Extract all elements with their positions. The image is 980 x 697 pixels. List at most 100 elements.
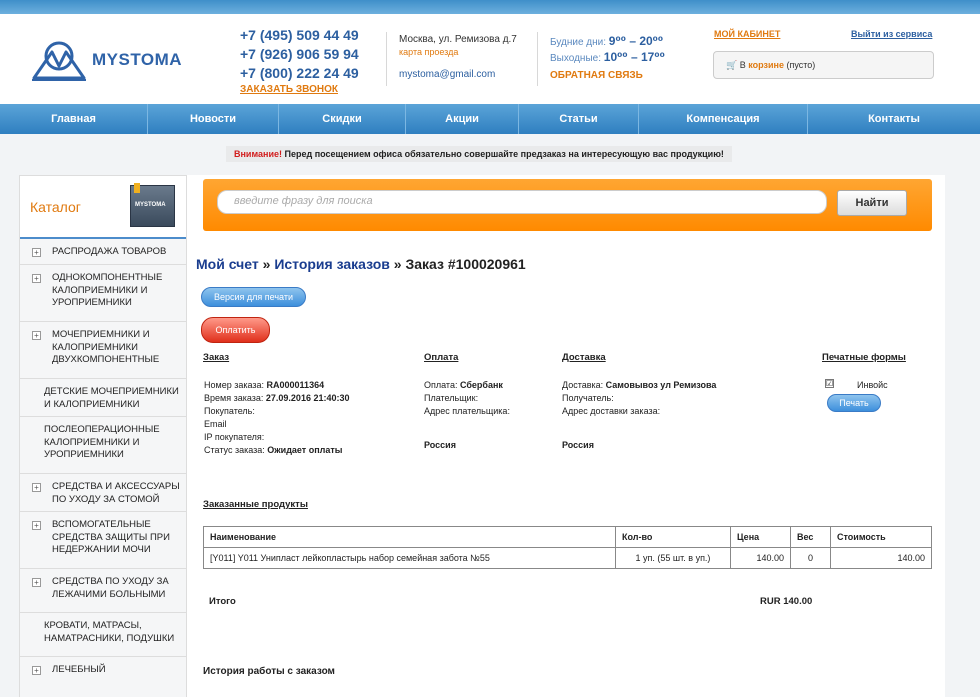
- print-forms-head: Печатные формы: [822, 352, 906, 363]
- page-title: Мой счет » История заказов » Заказ #1000…: [196, 256, 526, 272]
- nav-item-articles[interactable]: Статьи: [519, 104, 639, 134]
- print-version-button[interactable]: Версия для печати: [201, 287, 306, 307]
- breadcrumb-history[interactable]: История заказов: [274, 256, 390, 272]
- catalog-item-label: ПОСЛЕОПЕРАЦИОННЫЕ КАЛОПРИЕМНИКИ И УРОПРИ…: [44, 424, 160, 460]
- cart-link[interactable]: корзине: [748, 60, 784, 70]
- catalog-item[interactable]: + МОЧЕПРИЕМНИКИ И КАЛОПРИЕМНИКИ ДВУХКОМПО…: [20, 322, 186, 379]
- products-table: Наименование Кол-во Цена Вес Стоимость […: [203, 526, 932, 569]
- address-text: Москва, ул. Ремизова д.7: [399, 34, 517, 45]
- status-label: Статус заказа:: [204, 445, 265, 455]
- feedback-link[interactable]: ОБРАТНАЯ СВЯЗЬ: [550, 68, 665, 83]
- product-qty: 1 уп. (55 шт. в уп.): [615, 547, 731, 569]
- catalog-item[interactable]: + ЛЕЧЕБНЫЙ: [20, 657, 186, 697]
- print-button[interactable]: Печать: [827, 394, 881, 412]
- expand-plus-icon[interactable]: +: [32, 666, 41, 675]
- catalog-item[interactable]: КРОВАТИ, МАТРАСЫ, НАМАТРАСНИКИ, ПОДУШКИ: [20, 613, 186, 657]
- notice-warn: Внимание!: [234, 149, 282, 159]
- col-price: Цена: [730, 526, 791, 548]
- catalog-item[interactable]: + ОДНОКОМПОНЕНТНЫЕ КАЛОПРИЕМНИКИ И УРОПРИ…: [20, 265, 186, 322]
- payment-method-label: Оплата:: [424, 380, 458, 390]
- col-name: Наименование: [203, 526, 616, 548]
- catalog-item-label: МОЧЕПРИЕМНИКИ И КАЛОПРИЕМНИКИ ДВУХКОМПОН…: [52, 329, 160, 365]
- nav-item-news[interactable]: Новости: [148, 104, 279, 134]
- delivery-head: Доставка: [562, 352, 606, 363]
- expand-plus-icon[interactable]: +: [32, 483, 41, 492]
- expand-plus-icon[interactable]: +: [32, 521, 41, 530]
- expand-plus-icon[interactable]: +: [32, 248, 41, 257]
- logo-text: MYSTOMA: [92, 50, 183, 69]
- catalog-item[interactable]: + РАСПРОДАЖА ТОВАРОВ: [20, 239, 186, 265]
- email-link[interactable]: mystoma@gmail.com: [399, 68, 517, 81]
- main-nav: Главная Новости Скидки Акции Статьи Комп…: [0, 104, 980, 134]
- catalog-item[interactable]: ДЕТСКИЕ МОЧЕПРИЕМНИКИ И КАЛОПРИЕМНИКИ: [20, 379, 186, 417]
- order-time-label: Время заказа:: [204, 393, 264, 403]
- breadcrumb-account[interactable]: Мой счет: [196, 256, 259, 272]
- weekend-hours: 10⁰⁰ – 17⁰⁰: [603, 50, 665, 64]
- delivery-country: Россия: [562, 440, 594, 450]
- hours-block: Будние дни: 9⁰⁰ – 20⁰⁰ Выходные: 10⁰⁰ – …: [550, 34, 665, 83]
- payment-head: Оплата: [424, 352, 459, 363]
- expand-plus-icon[interactable]: +: [32, 331, 41, 340]
- payment-country: Россия: [424, 440, 456, 450]
- order-info: Номер заказа: RA000011364 Время заказа: …: [204, 379, 349, 457]
- expand-plus-icon[interactable]: +: [32, 578, 41, 587]
- email-label: Email: [204, 419, 227, 429]
- order-time: 27.09.2016 21:40:30: [265, 393, 350, 403]
- search-button[interactable]: Найти: [837, 190, 907, 216]
- catalog-item[interactable]: + СРЕДСТВА И АКСЕССУАРЫ ПО УХОДУ ЗА СТОМО…: [20, 474, 186, 512]
- catalog-item-label: ВСПОМОГАТЕЛЬНЫЕ СРЕДСТВА ЗАЩИТЫ ПРИ НЕДЕ…: [52, 519, 170, 555]
- total-value: RUR 140.00: [760, 596, 813, 607]
- catalog-item-label: СРЕДСТВА ПО УХОДУ ЗА ЛЕЖАЧИМИ БОЛЬНЫМИ: [52, 576, 169, 600]
- notice-text: Перед посещением офиса обязательно совер…: [284, 149, 724, 159]
- delivery-address-label: Адрес доставки заказа:: [562, 406, 661, 416]
- catalog-item-label: ЛЕЧЕБНЫЙ: [52, 664, 106, 675]
- search-input[interactable]: введите фразу для поиска: [217, 190, 827, 214]
- phone-1[interactable]: +7 (495) 509 44 49: [240, 26, 359, 45]
- catalog-list: + РАСПРОДАЖА ТОВАРОВ + ОДНОКОМПОНЕНТНЫЕ КАЛ…: [20, 239, 186, 697]
- nav-item-home[interactable]: Главная: [0, 104, 148, 134]
- col-weight: Вес: [790, 526, 831, 548]
- site-header: MYSTOMA +7 (495) 509 44 49 +7 (926) 906 …: [0, 14, 980, 104]
- total-label: Итого: [209, 596, 236, 607]
- table-row: [Y011] Y011 Унипласт лейкопластырь набор…: [203, 547, 932, 569]
- catalog-image-text: MYSTOMA: [135, 202, 166, 208]
- nav-item-contacts[interactable]: Контакты: [808, 104, 980, 134]
- main-content: введите фразу для поиска Найти Мой счет …: [187, 175, 945, 697]
- divider: [386, 32, 387, 86]
- catalog-item[interactable]: ПОСЛЕОПЕРАЦИОННЫЕ КАЛОПРИЕМНИКИ И УРОПРИ…: [20, 417, 186, 474]
- breadcrumb-sep: »: [262, 256, 271, 272]
- site-logo[interactable]: MYSTOMA: [30, 38, 190, 82]
- cart-box[interactable]: 🛒 В корзине (пусто): [713, 51, 934, 79]
- nav-item-discounts[interactable]: Скидки: [279, 104, 406, 134]
- logout-link[interactable]: Выйти из сервиса: [851, 29, 932, 39]
- products-head: Заказанные продукты: [203, 499, 308, 510]
- phone-2[interactable]: +7 (926) 906 59 94: [240, 45, 359, 64]
- catalog-item[interactable]: + СРЕДСТВА ПО УХОДУ ЗА ЛЕЖАЧИМИ БОЛЬНЫМИ: [20, 569, 186, 613]
- catalog-item[interactable]: + ВСПОМОГАТЕЛЬНЫЕ СРЕДСТВА ЗАЩИТЫ ПРИ НЕД…: [20, 512, 186, 569]
- my-cabinet-link[interactable]: МОЙ КАБИНЕТ: [714, 29, 780, 39]
- cart-prefix: В: [739, 60, 746, 70]
- page-margin: [945, 175, 980, 697]
- catalog-sidebar: Каталог MYSTOMA + РАСПРОДАЖА ТОВАРОВ + ОДНО…: [19, 175, 187, 697]
- address-block: Москва, ул. Ремизова д.7 карта проезда m…: [399, 33, 517, 81]
- phones-block: +7 (495) 509 44 49 +7 (926) 906 59 94 +7…: [240, 26, 359, 95]
- pay-button[interactable]: Оплатить: [201, 317, 270, 343]
- expand-plus-icon[interactable]: +: [32, 274, 41, 283]
- order-status: Ожидает оплаты: [267, 445, 343, 455]
- nav-item-compensation[interactable]: Компенсация: [639, 104, 808, 134]
- history-title: История работы с заказом: [203, 666, 335, 677]
- callback-link[interactable]: ЗАКАЗАТЬ ЗВОНОК: [240, 84, 359, 95]
- nav-item-promo[interactable]: Акции: [406, 104, 519, 134]
- weekdays-hours: 9⁰⁰ – 20⁰⁰: [608, 34, 664, 48]
- catalog-title: Каталог: [30, 199, 81, 215]
- logo-emblem-icon: [32, 41, 86, 81]
- order-head: Заказ: [203, 352, 230, 363]
- invoice-checkbox[interactable]: ☑: [825, 379, 834, 388]
- map-link[interactable]: карта проезда: [399, 46, 517, 59]
- product-cost: 140.00: [830, 547, 932, 569]
- col-qty: Кол-во: [615, 526, 731, 548]
- product-price: 140.00: [730, 547, 791, 569]
- payment-info: Оплата: Сбербанк Плательщик: Адрес плате…: [424, 379, 510, 418]
- catalog-item-label: ДЕТСКИЕ МОЧЕПРИЕМНИКИ И КАЛОПРИЕМНИКИ: [44, 386, 179, 410]
- phone-3[interactable]: +7 (800) 222 24 49: [240, 64, 359, 83]
